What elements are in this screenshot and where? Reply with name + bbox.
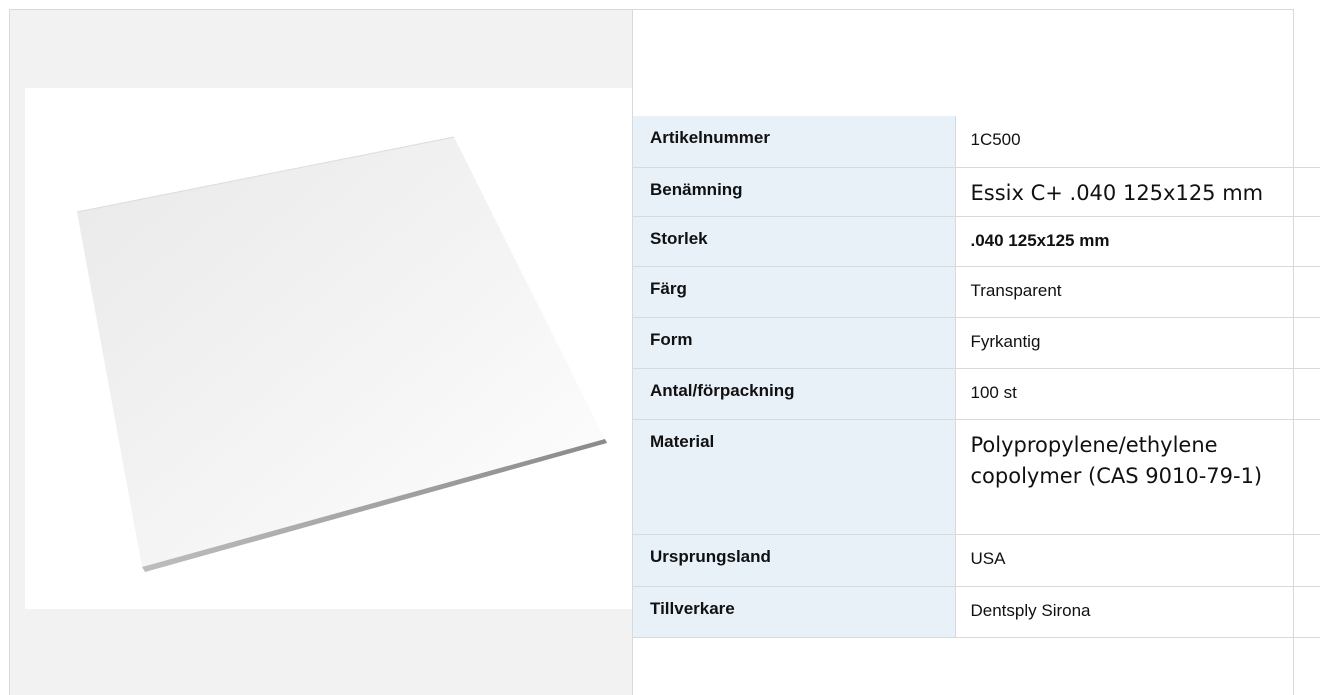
spec-value: Fyrkantig — [955, 317, 1320, 369]
product-image — [25, 88, 632, 609]
table-row: Färg Transparent — [633, 266, 1320, 318]
spec-value-text: Essix C+ .040 125x125 mm — [970, 181, 1264, 205]
spec-value-line: copolymer (CAS 9010-79-1) — [970, 464, 1263, 488]
plastic-sheet-image — [76, 136, 607, 572]
spec-value: USA — [955, 534, 1320, 587]
spec-value-text: Dentsply Sirona — [970, 601, 1091, 620]
spec-value: 100 st — [955, 368, 1320, 420]
spec-label: Material — [633, 419, 956, 535]
table-row: Artikelnummer 1C500 — [633, 116, 1320, 168]
spec-label: Storlek — [633, 216, 956, 267]
table-row: Antal/förpackning 100 st — [633, 368, 1320, 420]
spec-value-text: 1C500 — [970, 130, 1021, 149]
table-row: Ursprungsland USA — [633, 534, 1320, 587]
spec-value: Transparent — [955, 266, 1320, 318]
spec-value: .040 125x125 mm — [955, 216, 1320, 267]
specs-table: Artikelnummer 1C500 Benämning Essix C+ .… — [633, 116, 1320, 638]
spec-value: Essix C+ .040 125x125 mm — [955, 167, 1320, 217]
spec-value-line: Polypropylene/ethylene — [970, 433, 1218, 457]
spec-label: Färg — [633, 266, 956, 318]
table-row: Form Fyrkantig — [633, 317, 1320, 369]
table-row: Benämning Essix C+ .040 125x125 mm — [633, 167, 1320, 217]
product-spec-page: Artikelnummer 1C500 Benämning Essix C+ .… — [0, 0, 1320, 695]
spec-label: Ursprungsland — [633, 534, 956, 587]
table-row: Material Polypropylene/ethylene copolyme… — [633, 419, 1320, 535]
spec-label: Antal/förpackning — [633, 368, 956, 420]
table-row: Storlek .040 125x125 mm — [633, 216, 1320, 267]
divider-top — [632, 9, 1293, 10]
spec-value: Dentsply Sirona — [955, 586, 1320, 638]
spec-value-text: Transparent — [970, 281, 1062, 300]
spec-value: 1C500 — [955, 116, 1320, 168]
spec-value-text: Fyrkantig — [970, 332, 1041, 351]
spec-label: Tillverkare — [633, 586, 956, 638]
spec-label: Artikelnummer — [633, 116, 956, 168]
table-row: Tillverkare Dentsply Sirona — [633, 586, 1320, 638]
spec-value-text: .040 125x125 mm — [970, 231, 1110, 250]
spec-label: Benämning — [633, 167, 956, 217]
spec-value: Polypropylene/ethylene copolymer (CAS 90… — [955, 419, 1320, 535]
spec-label: Form — [633, 317, 956, 369]
spec-value-text: 100 st — [970, 383, 1017, 402]
spec-value-text: USA — [970, 549, 1006, 568]
